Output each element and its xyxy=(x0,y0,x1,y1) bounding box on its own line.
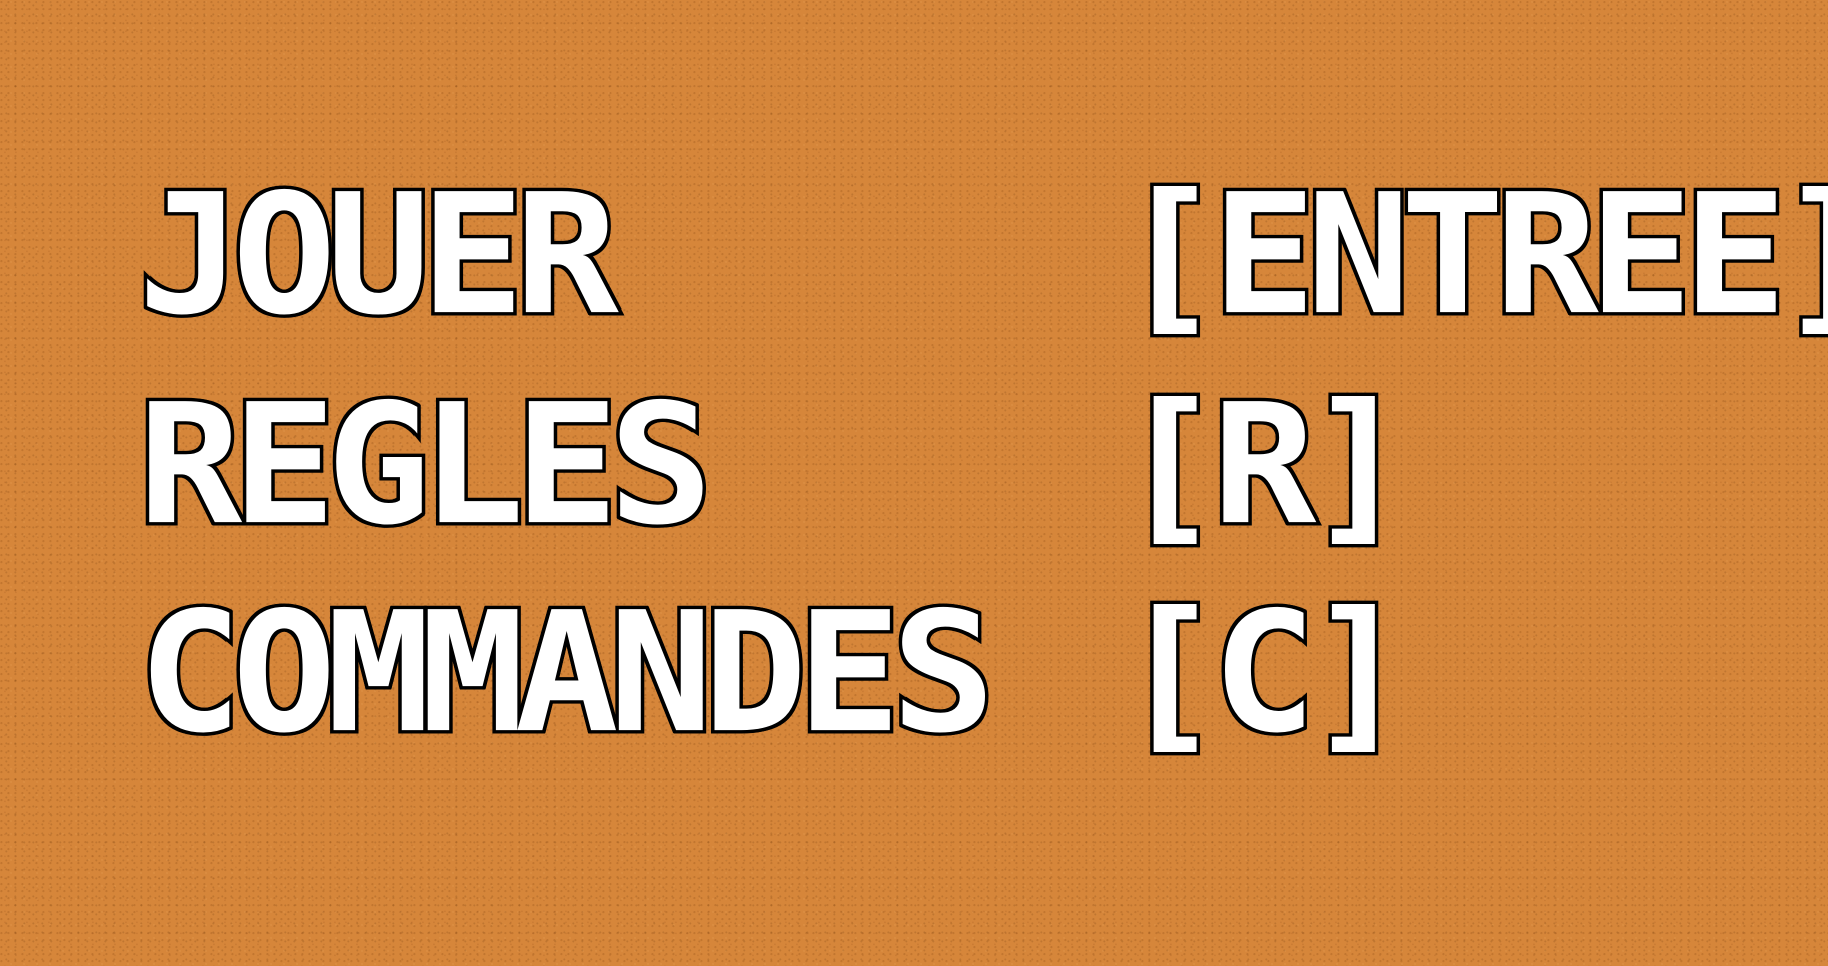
rules-key-hint: [R] xyxy=(1114,367,1413,562)
rules-label: REGLES xyxy=(135,367,717,562)
rules-option[interactable]: REGLES [R] xyxy=(0,367,1828,582)
play-label: JOUER xyxy=(135,157,623,352)
commands-option[interactable]: COMMANDES [C] xyxy=(0,575,1828,790)
main-menu: JOUER [ENTREE] REGLES [R] COMMANDES [C] xyxy=(0,0,1828,966)
play-option[interactable]: JOUER [ENTREE] xyxy=(0,157,1828,372)
play-key-hint: [ENTREE] xyxy=(1114,157,1828,352)
commands-key-hint: [C] xyxy=(1114,575,1413,770)
commands-label: COMMANDES xyxy=(134,575,998,770)
